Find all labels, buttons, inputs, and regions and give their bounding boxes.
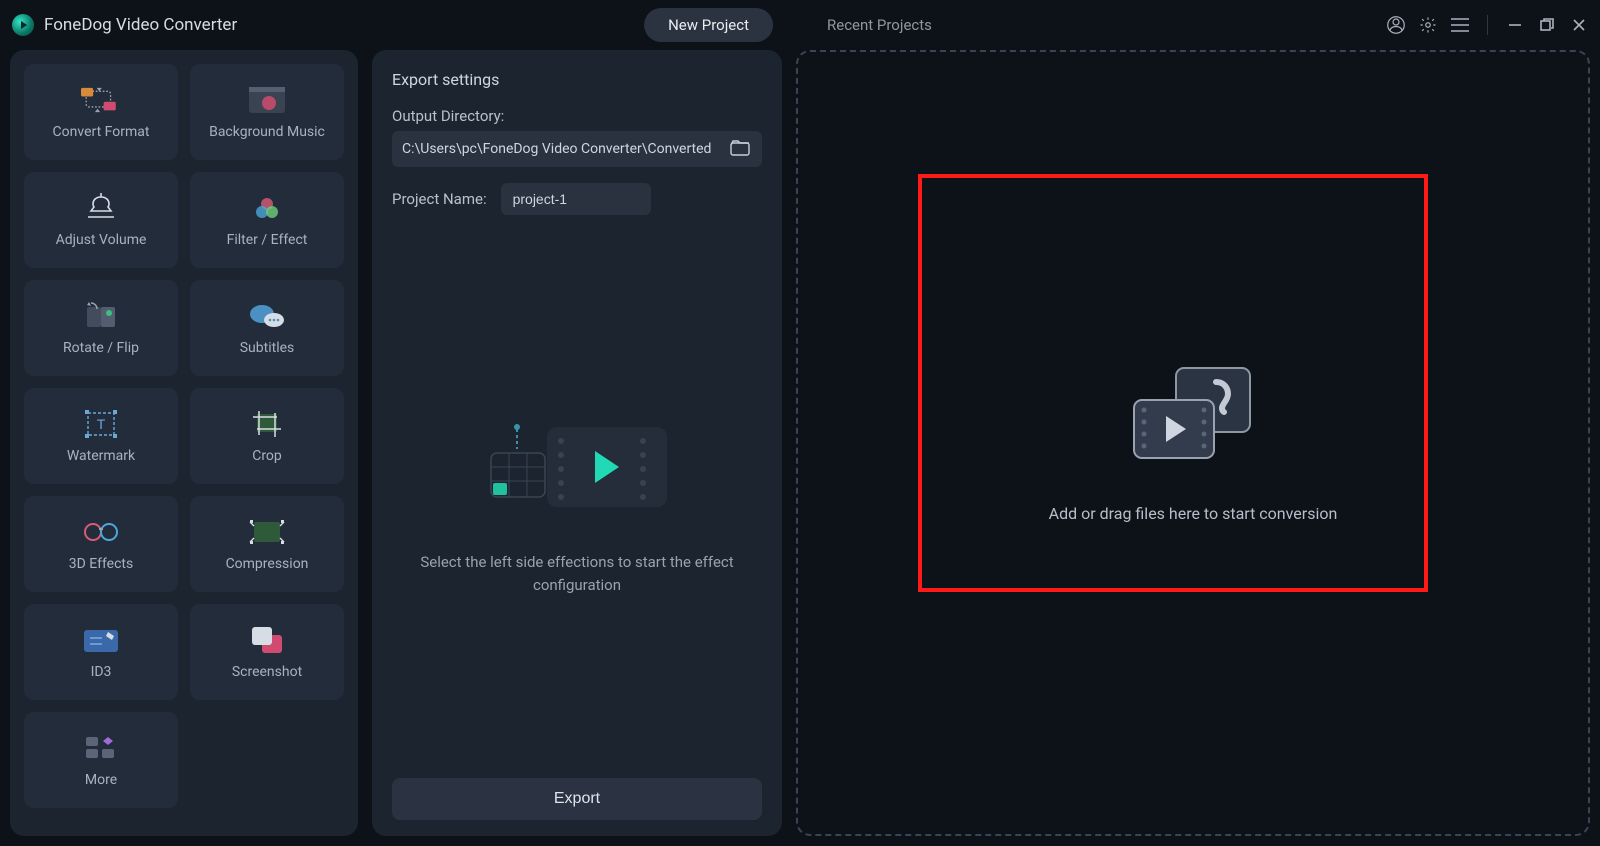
- tile-convert-format[interactable]: Convert Format: [24, 64, 178, 160]
- tile-label: Crop: [252, 448, 282, 464]
- tile-label: Filter / Effect: [227, 232, 308, 248]
- tile-background-music[interactable]: Background Music: [190, 64, 344, 160]
- menu-icon[interactable]: [1451, 16, 1469, 34]
- highlight-box: [918, 174, 1428, 592]
- tile-rotate-flip[interactable]: Rotate / Flip: [24, 280, 178, 376]
- output-directory-row: C:\Users\pc\FoneDog Video Converter\Conv…: [392, 131, 762, 167]
- settings-icon[interactable]: [1419, 16, 1437, 34]
- effect-placeholder-icon: [477, 407, 677, 527]
- tile-3d-effects[interactable]: 3D Effects: [24, 496, 178, 592]
- tile-id3[interactable]: ID3: [24, 604, 178, 700]
- export-button[interactable]: Export: [392, 778, 762, 820]
- export-settings-panel: Export settings Output Directory: C:\Use…: [372, 50, 782, 836]
- tile-label: Screenshot: [232, 664, 302, 680]
- app-logo-icon: [12, 14, 34, 36]
- tile-label: More: [85, 772, 117, 788]
- subtitles-icon: [247, 300, 287, 332]
- app-title: FoneDog Video Converter: [12, 14, 237, 36]
- background-music-icon: [247, 84, 287, 116]
- crop-icon: [247, 408, 287, 440]
- tile-label: Rotate / Flip: [63, 340, 139, 356]
- tile-label: Adjust Volume: [56, 232, 147, 248]
- tile-watermark[interactable]: T Watermark: [24, 388, 178, 484]
- drop-zone[interactable]: Add or drag files here to start conversi…: [796, 50, 1590, 836]
- browse-folder-button[interactable]: [730, 139, 752, 159]
- filter-effect-icon: [247, 192, 287, 224]
- tile-subtitles[interactable]: Subtitles: [190, 280, 344, 376]
- tile-crop[interactable]: Crop: [190, 388, 344, 484]
- svg-text:T: T: [97, 416, 106, 432]
- app-title-text: FoneDog Video Converter: [44, 15, 237, 35]
- tile-label: Watermark: [67, 448, 135, 464]
- 3d-effects-icon: [81, 516, 121, 548]
- tabs: New Project Recent Projects: [644, 8, 956, 42]
- tile-label: Convert Format: [53, 124, 150, 140]
- output-directory-label: Output Directory:: [392, 107, 762, 125]
- tab-new-project[interactable]: New Project: [644, 8, 773, 42]
- close-button[interactable]: [1570, 16, 1588, 34]
- adjust-volume-icon: [81, 192, 121, 224]
- project-name-row: Project Name:: [392, 183, 762, 215]
- tile-label: Subtitles: [240, 340, 295, 356]
- tile-label: Compression: [226, 556, 309, 572]
- tile-compression[interactable]: Compression: [190, 496, 344, 592]
- rotate-flip-icon: [81, 300, 121, 332]
- project-name-input[interactable]: [501, 183, 651, 215]
- watermark-icon: T: [81, 408, 121, 440]
- tile-label: 3D Effects: [69, 556, 134, 572]
- minimize-button[interactable]: [1506, 16, 1524, 34]
- export-settings-title: Export settings: [392, 70, 762, 89]
- main-area: Convert Format Background Music Adjust V…: [0, 50, 1600, 846]
- tool-sidebar: Convert Format Background Music Adjust V…: [10, 50, 358, 836]
- more-icon: [81, 732, 121, 764]
- effect-placeholder: Select the left side effections to start…: [392, 225, 762, 778]
- compression-icon: [247, 516, 287, 548]
- maximize-button[interactable]: [1538, 16, 1556, 34]
- divider: [1487, 15, 1488, 35]
- tile-label: ID3: [91, 664, 112, 680]
- titlebar: FoneDog Video Converter New Project Rece…: [0, 0, 1600, 50]
- tile-adjust-volume[interactable]: Adjust Volume: [24, 172, 178, 268]
- screenshot-icon: [247, 624, 287, 656]
- effect-hint-text: Select the left side effections to start…: [417, 551, 737, 596]
- output-directory-value: C:\Users\pc\FoneDog Video Converter\Conv…: [402, 141, 730, 157]
- tile-screenshot[interactable]: Screenshot: [190, 604, 344, 700]
- tab-recent-projects[interactable]: Recent Projects: [803, 8, 956, 42]
- tile-filter-effect[interactable]: Filter / Effect: [190, 172, 344, 268]
- window-controls: [1387, 15, 1588, 35]
- project-name-label: Project Name:: [392, 190, 487, 208]
- account-icon[interactable]: [1387, 16, 1405, 34]
- tile-label: Background Music: [209, 124, 325, 140]
- convert-format-icon: [81, 84, 121, 116]
- tile-more[interactable]: More: [24, 712, 178, 808]
- id3-icon: [81, 624, 121, 656]
